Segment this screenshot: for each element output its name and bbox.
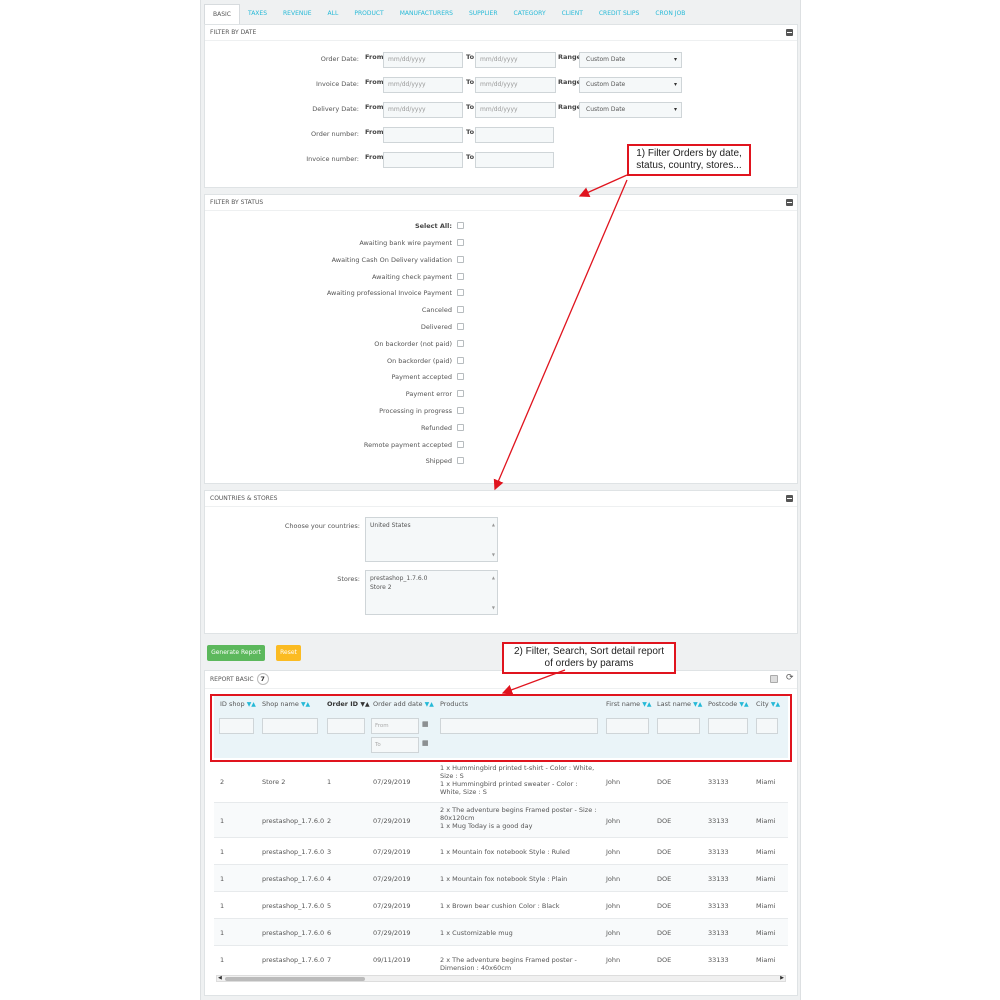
- arrow-to-countries-stores: [493, 179, 628, 491]
- arrow-to-status-filter: [578, 174, 628, 198]
- arrow-to-report-table: [501, 669, 566, 695]
- annotation-arrows: [493, 174, 628, 695]
